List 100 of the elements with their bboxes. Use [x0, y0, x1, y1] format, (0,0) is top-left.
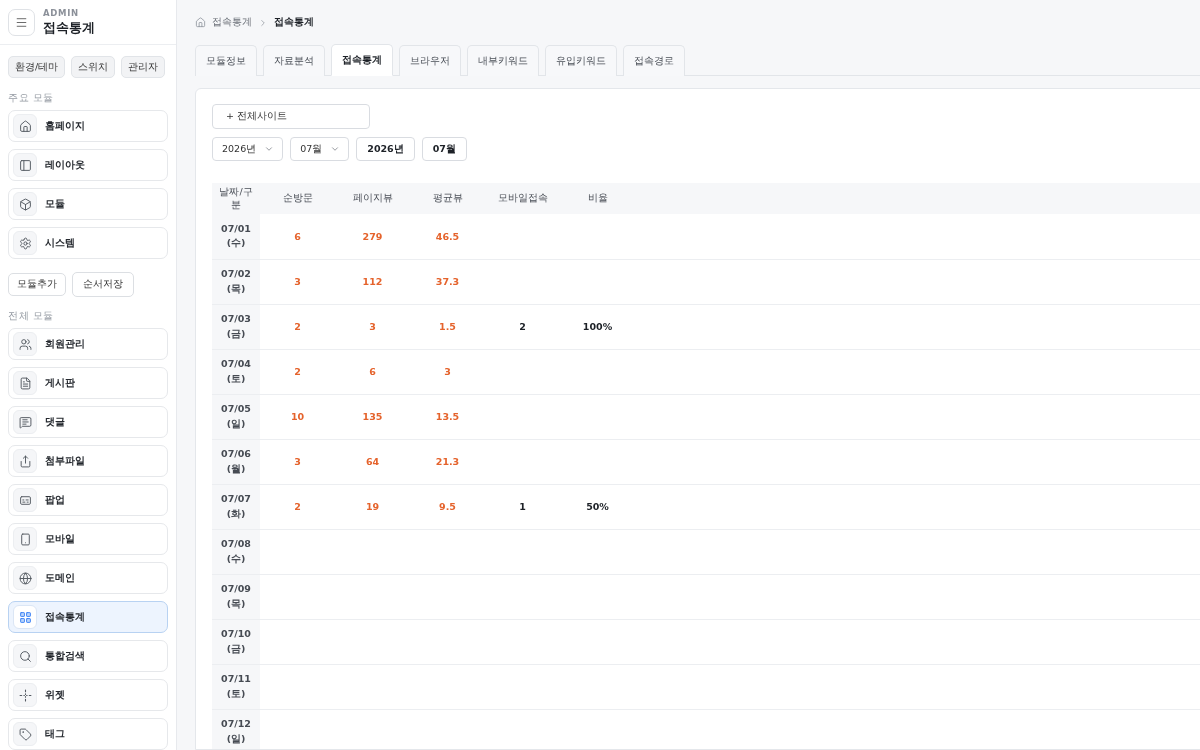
table-cell: 100%	[560, 304, 635, 349]
sidebar-title: 접속통계	[43, 18, 95, 37]
dashed-cross-icon	[13, 683, 37, 707]
table-cell: 2	[260, 484, 335, 529]
table-cell: 37.3	[410, 259, 485, 304]
home-icon	[195, 17, 206, 28]
tab[interactable]: 유입키워드	[545, 45, 617, 76]
sidebar-item[interactable]: 위젯	[8, 679, 168, 711]
table-cell: 64	[335, 439, 410, 484]
document-icon	[13, 371, 37, 395]
sidebar-button[interactable]: 환경/테마	[8, 56, 66, 78]
section-label: 주요 모듈	[8, 92, 55, 104]
sidebar-item[interactable]: 첨부파일	[8, 445, 168, 477]
sidebar-button[interactable]: 관리자	[121, 56, 166, 78]
section-label: 전체 모듈	[8, 310, 55, 322]
sidebar-button[interactable]: 모듈추가	[8, 273, 66, 296]
date-cell: 07/03 (금)	[212, 304, 260, 349]
sidebar-item[interactable]: 회원관리	[8, 328, 168, 360]
date-cell: 07/11 (토)	[212, 664, 260, 709]
date-cell: 07/06 (월)	[212, 439, 260, 484]
tab[interactable]: 접속통계	[331, 44, 393, 76]
table-cell: 6	[260, 214, 335, 259]
chevron-right-icon	[258, 17, 268, 28]
sidebar-item[interactable]: 팝업	[8, 484, 168, 516]
table-cell: 279	[335, 214, 410, 259]
date-cell: 07/05 (일)	[212, 394, 260, 439]
date-cell: 07/12 (일)	[212, 709, 260, 749]
gear-icon	[13, 231, 37, 255]
users-icon	[13, 332, 37, 356]
site-select-button[interactable]: + 전체사이트	[212, 104, 370, 129]
breadcrumb-current: 접속통계	[274, 16, 314, 29]
table-cell: 2	[260, 349, 335, 394]
table-cell: 46.5	[410, 214, 485, 259]
table-cell: 6	[335, 349, 410, 394]
search-icon	[13, 644, 37, 668]
sidebar-item[interactable]: 게시판	[8, 367, 168, 399]
month-button[interactable]: 07월	[421, 137, 467, 161]
tab[interactable]: 자료분석	[263, 45, 325, 76]
sidebar-item[interactable]: 모듈	[8, 188, 168, 220]
table-cell: 9.5	[410, 484, 485, 529]
table-cell: 3	[335, 304, 410, 349]
panel-layout-icon	[13, 153, 37, 177]
column-header: 평균뷰	[410, 183, 485, 214]
date-cell: 07/04 (토)	[212, 349, 260, 394]
upload-box-icon	[13, 449, 37, 473]
table-cell: 2	[485, 304, 560, 349]
tab[interactable]: 모듈정보	[195, 45, 257, 76]
chevron-down-icon	[264, 144, 275, 154]
table-cell: 135	[335, 394, 410, 439]
sidebar-item[interactable]: 태그	[8, 718, 168, 750]
table-cell: 50%	[560, 484, 635, 529]
tab[interactable]: 브라우저	[399, 45, 461, 76]
table-cell: 1.5	[410, 304, 485, 349]
table-cell: 3	[260, 259, 335, 304]
sidebar-overline: ADMIN	[43, 7, 80, 18]
smartphone-icon	[13, 527, 37, 551]
column-header: 페이지뷰	[335, 183, 410, 214]
table-cell: 19	[335, 484, 410, 529]
menu-button[interactable]	[8, 8, 35, 36]
sidebar-item[interactable]: 시스템	[8, 227, 168, 259]
sidebar-item[interactable]: 댓글	[8, 406, 168, 438]
sidebar-item[interactable]: 홈페이지	[8, 110, 168, 142]
sidebar-button[interactable]: 스위치	[71, 56, 116, 78]
year-select[interactable]: 2026년	[212, 137, 284, 161]
sidebar-item[interactable]: 도메인	[8, 562, 168, 594]
rectangle-lines-icon	[13, 488, 37, 512]
year-button[interactable]: 2026년	[356, 137, 415, 161]
table-cell: 1	[485, 484, 560, 529]
date-cell: 07/10 (금)	[212, 619, 260, 664]
date-cell: 07/02 (목)	[212, 259, 260, 304]
chevron-down-icon	[330, 144, 341, 154]
table-cell: 3	[260, 439, 335, 484]
table-cell: 13.5	[410, 394, 485, 439]
date-cell: 07/09 (목)	[212, 574, 260, 619]
column-header: 비율	[560, 183, 635, 214]
menu-icon	[15, 15, 28, 29]
comment-icon	[13, 410, 37, 434]
globe-icon	[13, 566, 37, 590]
sidebar-item[interactable]: 레이아웃	[8, 149, 168, 181]
table-cell: 10	[260, 394, 335, 439]
column-header: 순방문	[260, 183, 335, 214]
breadcrumb-link[interactable]: 접속통계	[212, 16, 252, 29]
home-icon	[13, 114, 37, 138]
tab[interactable]: 접속경로	[623, 45, 685, 76]
table-cell: 21.3	[410, 439, 485, 484]
cube-icon	[13, 192, 37, 216]
date-cell: 07/07 (화)	[212, 484, 260, 529]
column-header: 모바일접속	[485, 183, 560, 214]
sidebar-item[interactable]: 접속통계	[8, 601, 168, 633]
sidebar-item[interactable]: 통합검색	[8, 640, 168, 672]
date-cell: 07/01 (수)	[212, 214, 260, 259]
grid-icon	[13, 605, 37, 629]
sidebar-button[interactable]: 순서저장	[72, 272, 134, 297]
column-header: 날짜/구분	[212, 183, 260, 214]
month-select[interactable]: 07월	[290, 137, 350, 161]
sidebar-item[interactable]: 모바일	[8, 523, 168, 555]
tab[interactable]: 내부키워드	[467, 45, 539, 76]
table-cell: 2	[260, 304, 335, 349]
date-cell: 07/08 (수)	[212, 529, 260, 574]
tag-icon	[13, 722, 37, 746]
